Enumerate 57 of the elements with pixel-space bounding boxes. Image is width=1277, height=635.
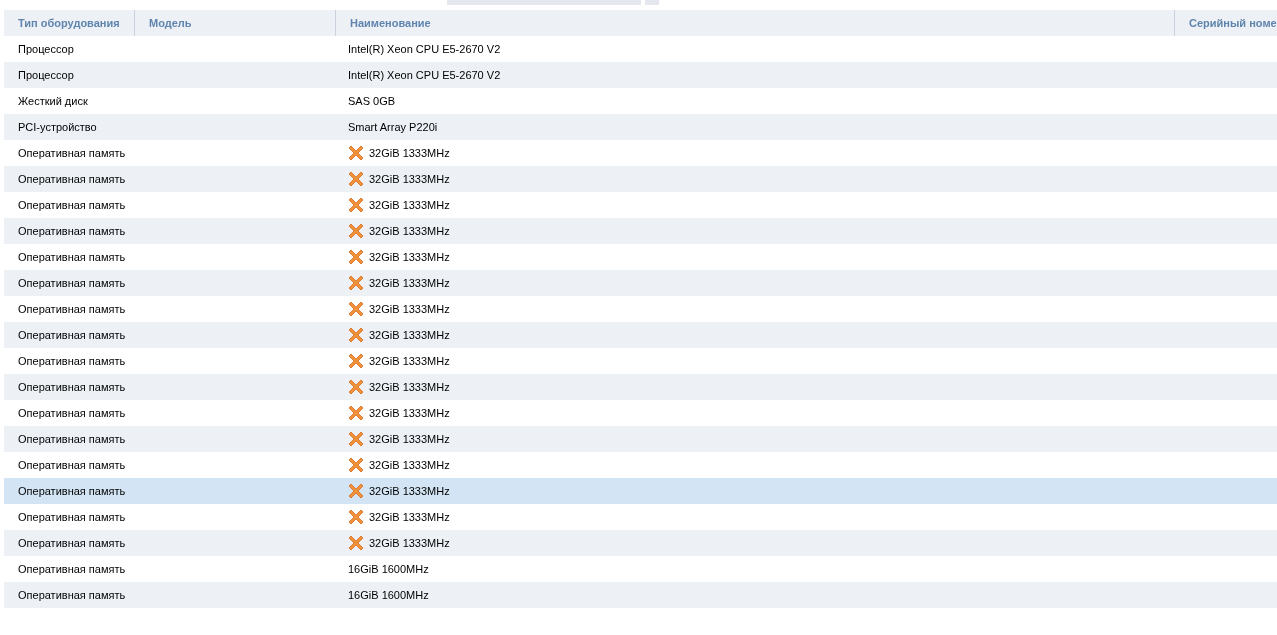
table-cell-text: 32GiB 1333MHz — [369, 353, 450, 369]
table-cell-text: 32GiB 1333MHz — [369, 327, 450, 343]
table-cell: Оперативная память — [18, 328, 126, 341]
table-cell-text: 32GiB 1333MHz — [369, 249, 450, 265]
table-row[interactable]: Оперативная память 32GiB 1333MHz — [4, 478, 1277, 504]
table-cell: Оперативная память — [18, 146, 126, 159]
table-cell: Процессор — [18, 68, 74, 81]
table-cell: Оперативная память — [18, 172, 126, 185]
column-header[interactable]: Серийный номе — [1175, 10, 1277, 36]
table-cell: Оперативная память — [18, 588, 126, 601]
table-cell-text: 32GiB 1333MHz — [369, 483, 450, 499]
table-cell: Оперативная память — [18, 302, 126, 315]
table-cell-text: 16GiB 1600MHz — [348, 587, 429, 603]
table-cell: Оперативная память — [18, 536, 126, 549]
tab-strip — [645, 0, 659, 5]
table-cell-text: 32GiB 1333MHz — [369, 431, 450, 447]
table-row[interactable]: Оперативная память 16GiB 1600MHz — [4, 582, 1277, 608]
table-row[interactable]: PCI-устройство Smart Array P220i — [4, 114, 1277, 140]
table-cell: Оперативная память — [18, 562, 126, 575]
table-cell-text: 32GiB 1333MHz — [369, 509, 450, 525]
table-cell-text: SAS 0GB — [348, 93, 396, 109]
table-cell: Оперативная память — [18, 224, 126, 237]
table-cell-text: 32GiB 1333MHz — [369, 223, 450, 239]
table-cell-text: 16GiB 1600MHz — [348, 561, 429, 577]
table-cell: Оперативная память — [18, 198, 126, 211]
table-cell: Оперативная память — [18, 510, 126, 523]
table-cell-text: 32GiB 1333MHz — [369, 457, 450, 473]
table-cell-text: 32GiB 1333MHz — [369, 379, 450, 395]
table-cell-text: 32GiB 1333MHz — [369, 145, 450, 161]
table-row[interactable]: Оперативная память 32GiB 1333MHz — [4, 166, 1277, 192]
table-cell: Оперативная память — [18, 406, 126, 419]
table-row[interactable]: Процессор Intel(R) Xeon CPU E5-2670 V2 — [4, 62, 1277, 88]
table-cell-text: 32GiB 1333MHz — [369, 301, 450, 317]
table-cell: Оперативная память — [18, 484, 126, 497]
table-cell: Процессор — [18, 42, 74, 55]
table-cell-text: 32GiB 1333MHz — [369, 405, 450, 421]
table-cell-text: 32GiB 1333MHz — [369, 171, 450, 187]
table-cell: PCI-устройство — [18, 120, 97, 133]
table-row[interactable]: Оперативная память 32GiB 1333MHz — [4, 218, 1277, 244]
table-cell-text: Intel(R) Xeon CPU E5-2670 V2 — [348, 41, 501, 57]
table-cell: Оперативная память — [18, 354, 126, 367]
table-row[interactable]: Оперативная память 32GiB 1333MHz — [4, 530, 1277, 556]
table-cell-text: 32GiB 1333MHz — [369, 197, 450, 213]
table-row[interactable]: Оперативная память 32GiB 1333MHz — [4, 322, 1277, 348]
table-cell: Оперативная память — [18, 458, 126, 471]
table-row[interactable]: Оперативная память 32GiB 1333MHz — [4, 426, 1277, 452]
table-cell-text: Smart Array P220i — [348, 119, 438, 135]
table-row[interactable]: Оперативная память 32GiB 1333MHz — [4, 374, 1277, 400]
table-cell: Оперативная память — [18, 432, 126, 445]
table-cell: Оперативная память — [18, 380, 126, 393]
table-cell: Оперативная память — [18, 250, 126, 263]
table-cell-text: Intel(R) Xeon CPU E5-2670 V2 — [348, 67, 501, 83]
table-row[interactable]: Оперативная память 32GiB 1333MHz — [4, 270, 1277, 296]
table-cell: Оперативная память — [18, 276, 126, 289]
table-cell-text: 32GiB 1333MHz — [369, 535, 450, 551]
table-cell-text: 32GiB 1333MHz — [369, 275, 450, 291]
table-cell: Жесткий диск — [18, 94, 88, 107]
